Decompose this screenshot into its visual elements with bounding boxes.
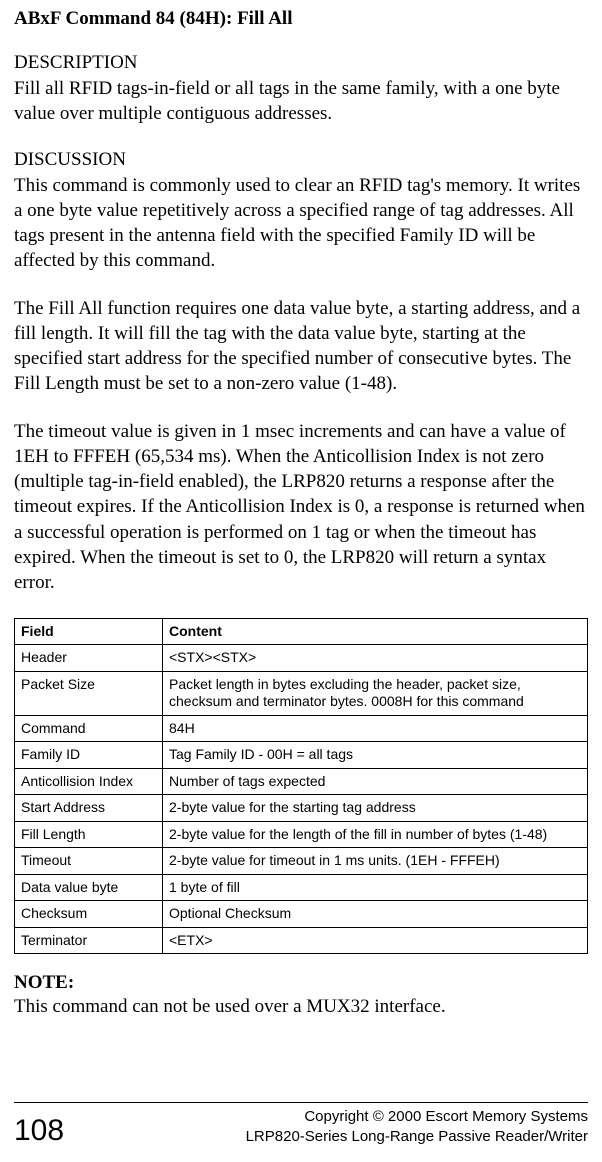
table-cell-field: Timeout (15, 848, 163, 875)
table-header-field: Field (15, 618, 163, 645)
page-footer: 108 Copyright © 2000 Escort Memory Syste… (14, 1102, 588, 1146)
table-cell-field: Packet Size (15, 671, 163, 715)
table-cell-field: Terminator (15, 927, 163, 954)
discussion-heading: DISCUSSION (14, 149, 588, 171)
table-row: Header<STX><STX> (15, 645, 588, 672)
table-cell-field: Family ID (15, 742, 163, 769)
table-cell-field: Start Address (15, 795, 163, 822)
table-cell-content: 84H (163, 715, 588, 742)
description-text: Fill all RFID tags-in-field or all tags … (14, 76, 588, 127)
table-row: Family IDTag Family ID - 00H = all tags (15, 742, 588, 769)
table-row: ChecksumOptional Checksum (15, 901, 588, 928)
footer-rule (14, 1102, 588, 1103)
table-header-row: Field Content (15, 618, 588, 645)
discussion-p1: This command is commonly used to clear a… (14, 173, 588, 274)
fields-table: Field Content Header<STX><STX>Packet Siz… (14, 618, 588, 955)
table-row: Packet SizePacket length in bytes exclud… (15, 671, 588, 715)
discussion-p3: The timeout value is given in 1 msec inc… (14, 419, 588, 596)
note-text: This command can not be used over a MUX3… (14, 996, 588, 1018)
table-row: Terminator<ETX> (15, 927, 588, 954)
table-cell-field: Command (15, 715, 163, 742)
table-header-content: Content (163, 618, 588, 645)
description-heading: DESCRIPTION (14, 52, 588, 74)
table-cell-content: 2-byte value for the starting tag addres… (163, 795, 588, 822)
table-row: Command84H (15, 715, 588, 742)
table-cell-content: Packet length in bytes excluding the hea… (163, 671, 588, 715)
table-cell-field: Anticollision Index (15, 768, 163, 795)
table-cell-content: <STX><STX> (163, 645, 588, 672)
footer-line1: Copyright © 2000 Escort Memory Systems (246, 1107, 588, 1127)
table-cell-content: Number of tags expected (163, 768, 588, 795)
page-number: 108 (14, 1116, 64, 1146)
table-cell-content: Tag Family ID - 00H = all tags (163, 742, 588, 769)
table-cell-field: Data value byte (15, 874, 163, 901)
table-cell-field: Checksum (15, 901, 163, 928)
table-row: Data value byte1 byte of fill (15, 874, 588, 901)
table-row: Fill Length2-byte value for the length o… (15, 821, 588, 848)
table-row: Start Address2-byte value for the starti… (15, 795, 588, 822)
table-cell-content: 1 byte of fill (163, 874, 588, 901)
table-cell-field: Header (15, 645, 163, 672)
page-title: ABxF Command 84 (84H): Fill All (14, 8, 588, 30)
footer-line2: LRP820-Series Long-Range Passive Reader/… (246, 1127, 588, 1147)
table-row: Anticollision IndexNumber of tags expect… (15, 768, 588, 795)
table-cell-content: 2-byte value for timeout in 1 ms units. … (163, 848, 588, 875)
table-cell-field: Fill Length (15, 821, 163, 848)
table-cell-content: Optional Checksum (163, 901, 588, 928)
footer-text: Copyright © 2000 Escort Memory Systems L… (246, 1107, 588, 1146)
discussion-p2: The Fill All function requires one data … (14, 296, 588, 397)
table-cell-content: <ETX> (163, 927, 588, 954)
note-heading: NOTE: (14, 972, 588, 994)
table-cell-content: 2-byte value for the length of the fill … (163, 821, 588, 848)
table-row: Timeout2-byte value for timeout in 1 ms … (15, 848, 588, 875)
